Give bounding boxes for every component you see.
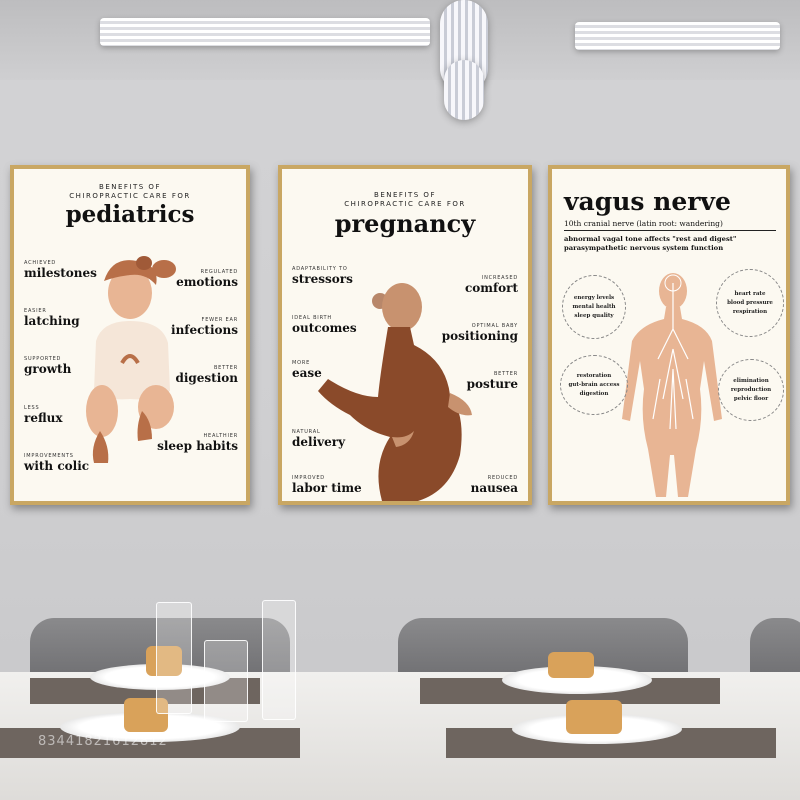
pediatrics-title: pediatrics [65, 201, 195, 228]
napkin-4 [566, 700, 622, 734]
pendant-light-lower [444, 60, 484, 120]
pregnancy-kicker: BENEFITS OF CHIROPRACTIC CARE FOR [344, 191, 466, 208]
poster-vagus-nerve: vagus nerve 10th cranial nerve (latin ro… [548, 165, 790, 505]
pregnancy-title: pregnancy [334, 209, 476, 238]
wine-glass-1 [156, 602, 192, 714]
water-glass [204, 640, 248, 722]
napkin-2 [548, 652, 594, 678]
vagus-title: vagus nerve [564, 187, 731, 216]
poster-pregnancy: BENEFITS OF CHIROPRACTIC CARE FOR pregna… [278, 165, 532, 505]
bubble-restoration: restoration gut-brain access digestion [560, 355, 628, 415]
vagus-subtitle: 10th cranial nerve (latin root: wanderin… [564, 219, 723, 228]
vagus-divider [564, 230, 776, 231]
pregnant-woman-illustration [318, 283, 472, 501]
ceiling [0, 0, 800, 80]
ceiling-lamp-right [575, 22, 780, 50]
baby-illustration [86, 256, 176, 463]
vagus-description: abnormal vagal tone affects "rest and di… [564, 235, 737, 252]
wine-glass-2 [262, 600, 296, 720]
pediatrics-kicker: BENEFITS OF CHIROPRACTIC CARE FOR [69, 183, 191, 200]
watermark-text: 83441821612812 [38, 734, 168, 749]
chair-back-right [750, 618, 800, 680]
poster-pediatrics: BENEFITS OF CHIROPRACTIC CARE FOR pediat… [10, 165, 250, 505]
bubble-elimination: elimination reproduction pelvic floor [718, 359, 784, 421]
ceiling-lamp-left [100, 18, 430, 46]
bubble-heart: heart rate blood pressure respiration [716, 269, 784, 337]
bubble-energy: energy levels mental health sleep qualit… [562, 275, 626, 339]
